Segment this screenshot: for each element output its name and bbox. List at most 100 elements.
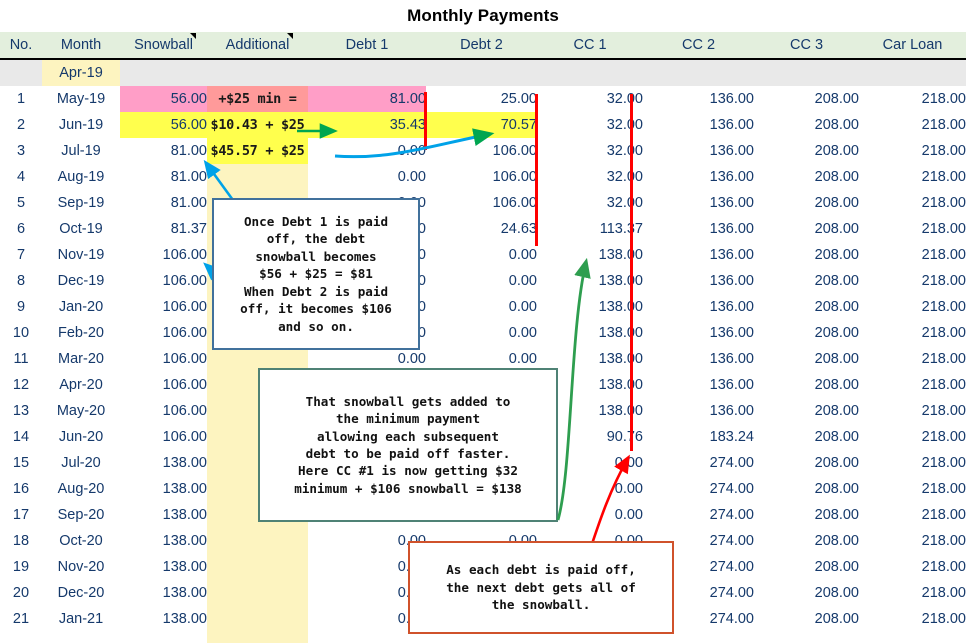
- cell-cc1[interactable]: 32.00: [537, 112, 643, 138]
- cell-snowball[interactable]: 138.00: [120, 580, 207, 606]
- column-header-additional[interactable]: Additional: [207, 32, 308, 59]
- cell-no[interactable]: 6: [0, 216, 42, 242]
- cell-month[interactable]: Sep-20: [42, 502, 120, 528]
- cell-cc1[interactable]: 138.00: [537, 268, 643, 294]
- cell-cc2[interactable]: 136.00: [643, 294, 754, 320]
- cell-cc2[interactable]: 136.00: [643, 346, 754, 372]
- cell-cc3[interactable]: 208.00: [754, 242, 859, 268]
- column-header-debt2[interactable]: Debt 2: [426, 32, 537, 59]
- cell-additional[interactable]: $10.43 + $25: [207, 112, 308, 138]
- cell-snowball[interactable]: 106.00: [120, 294, 207, 320]
- cell-snowball[interactable]: 138.00: [120, 502, 207, 528]
- cell-snowball[interactable]: 106.00: [120, 268, 207, 294]
- cell-no[interactable]: 21: [0, 606, 42, 632]
- cell-month[interactable]: Jan-21: [42, 606, 120, 632]
- cell-carloan[interactable]: 218.00: [859, 112, 966, 138]
- cell-debt1[interactable]: 0.00: [308, 138, 426, 164]
- cell-cc3[interactable]: 208.00: [754, 190, 859, 216]
- cell-cc3[interactable]: 208.00: [754, 346, 859, 372]
- cell-carloan[interactable]: 218.00: [859, 216, 966, 242]
- cell-cc1[interactable]: 138.00: [537, 320, 643, 346]
- cell-additional[interactable]: [207, 554, 308, 580]
- cell-cc2[interactable]: 274.00: [643, 476, 754, 502]
- cell-month[interactable]: Apr-20: [42, 372, 120, 398]
- cell-cc3[interactable]: 208.00: [754, 606, 859, 632]
- cell-cc2[interactable]: 136.00: [643, 268, 754, 294]
- cell-cc3[interactable]: 208.00: [754, 268, 859, 294]
- cell-cc3[interactable]: 208.00: [754, 450, 859, 476]
- cell-no[interactable]: 17: [0, 502, 42, 528]
- cell-cc3[interactable]: 208.00: [754, 112, 859, 138]
- cell-additional[interactable]: $45.57 + $25: [207, 138, 308, 164]
- cell-month[interactable]: Nov-19: [42, 242, 120, 268]
- cell-cc1[interactable]: 113.37: [537, 216, 643, 242]
- column-header-cc3[interactable]: CC 3: [754, 32, 859, 59]
- cell-snowball[interactable]: 106.00: [120, 242, 207, 268]
- cell-carloan[interactable]: 218.00: [859, 320, 966, 346]
- cell-cc2[interactable]: 136.00: [643, 190, 754, 216]
- cell-no[interactable]: 18: [0, 528, 42, 554]
- cell-month[interactable]: Oct-20: [42, 528, 120, 554]
- cell-cc3[interactable]: 208.00: [754, 294, 859, 320]
- cell-no[interactable]: 1: [0, 86, 42, 112]
- cell-no[interactable]: 12: [0, 372, 42, 398]
- cell-month[interactable]: Mar-20: [42, 346, 120, 372]
- cell-cc3[interactable]: 208.00: [754, 554, 859, 580]
- cell-carloan[interactable]: 218.00: [859, 476, 966, 502]
- cell-no[interactable]: 5: [0, 190, 42, 216]
- cell-cc2[interactable]: 136.00: [643, 320, 754, 346]
- cell-cc1[interactable]: 138.00: [537, 294, 643, 320]
- cell-cc2[interactable]: 136.00: [643, 138, 754, 164]
- cell-debt2[interactable]: [426, 59, 537, 86]
- cell-cc2[interactable]: 136.00: [643, 398, 754, 424]
- cell-no[interactable]: 7: [0, 242, 42, 268]
- cell-additional[interactable]: [207, 606, 308, 632]
- cell-snowball[interactable]: 56.00: [120, 112, 207, 138]
- cell-cc3[interactable]: 208.00: [754, 86, 859, 112]
- cell-snowball[interactable]: 81.00: [120, 138, 207, 164]
- cell-snowball[interactable]: 106.00: [120, 424, 207, 450]
- cell-debt2[interactable]: 106.00: [426, 164, 537, 190]
- cell-debt1[interactable]: 81.00: [308, 86, 426, 112]
- cell-cc2[interactable]: [643, 59, 754, 86]
- column-header-snowball[interactable]: Snowball: [120, 32, 207, 59]
- cell-carloan[interactable]: 218.00: [859, 450, 966, 476]
- cell-additional[interactable]: [207, 164, 308, 190]
- column-header-debt1[interactable]: Debt 1: [308, 32, 426, 59]
- cell-debt2[interactable]: 106.00: [426, 190, 537, 216]
- cell-cc1[interactable]: 32.00: [537, 164, 643, 190]
- cell-no[interactable]: 9: [0, 294, 42, 320]
- cell-cc3[interactable]: 208.00: [754, 528, 859, 554]
- cell-cc3[interactable]: 208.00: [754, 372, 859, 398]
- cell-carloan[interactable]: 218.00: [859, 138, 966, 164]
- cell-month[interactable]: Dec-19: [42, 268, 120, 294]
- cell-month[interactable]: Dec-20: [42, 580, 120, 606]
- cell-no[interactable]: 15: [0, 450, 42, 476]
- column-header-carloan[interactable]: Car Loan: [859, 32, 966, 59]
- cell-cc3[interactable]: [754, 59, 859, 86]
- column-header-cc2[interactable]: CC 2: [643, 32, 754, 59]
- cell-cc1[interactable]: [537, 59, 643, 86]
- cell-month[interactable]: Jun-19: [42, 112, 120, 138]
- cell-cc3[interactable]: 208.00: [754, 424, 859, 450]
- cell-additional[interactable]: [207, 528, 308, 554]
- column-header-month[interactable]: Month: [42, 32, 120, 59]
- cell-snowball[interactable]: 138.00: [120, 476, 207, 502]
- cell-month[interactable]: Aug-19: [42, 164, 120, 190]
- cell-snowball[interactable]: 56.00: [120, 86, 207, 112]
- cell-cc3[interactable]: 208.00: [754, 320, 859, 346]
- cell-cc1[interactable]: 32.00: [537, 138, 643, 164]
- cell-month[interactable]: Sep-19: [42, 190, 120, 216]
- cell-snowball[interactable]: 106.00: [120, 372, 207, 398]
- cell-additional[interactable]: [207, 59, 308, 86]
- cell-no[interactable]: 11: [0, 346, 42, 372]
- cell-carloan[interactable]: 218.00: [859, 190, 966, 216]
- cell-no[interactable]: 19: [0, 554, 42, 580]
- cell-carloan[interactable]: 218.00: [859, 580, 966, 606]
- cell-cc1[interactable]: 32.00: [537, 86, 643, 112]
- cell-carloan[interactable]: 218.00: [859, 606, 966, 632]
- cell-debt2[interactable]: 70.57: [426, 112, 537, 138]
- cell-cc1[interactable]: 138.00: [537, 242, 643, 268]
- cell-month[interactable]: May-20: [42, 398, 120, 424]
- column-header-no[interactable]: No.: [0, 32, 42, 59]
